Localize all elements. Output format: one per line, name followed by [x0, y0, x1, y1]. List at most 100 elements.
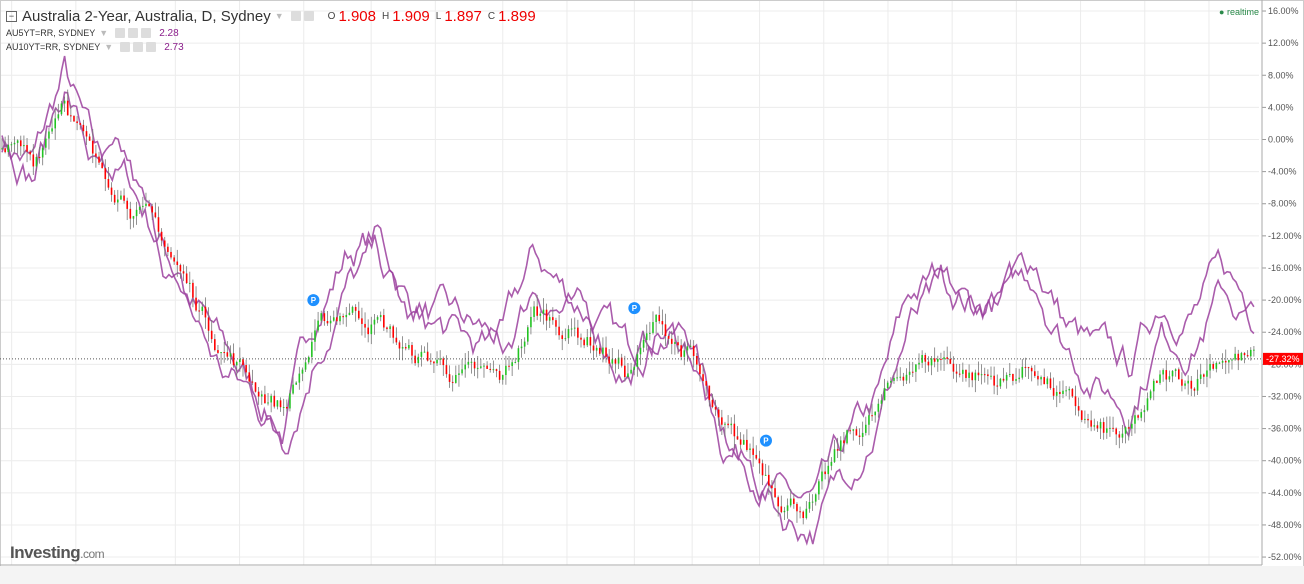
candle — [1218, 362, 1221, 364]
candle — [320, 313, 323, 321]
candle — [893, 377, 895, 381]
candle — [398, 342, 401, 349]
candle — [151, 206, 154, 213]
candle — [408, 345, 410, 349]
candle — [918, 362, 920, 365]
chevron-down-icon[interactable]: ▼ — [275, 11, 284, 21]
candle — [536, 306, 538, 316]
candle — [1134, 415, 1136, 424]
gear-icon[interactable] — [128, 28, 139, 38]
candle — [839, 440, 842, 451]
candle — [655, 314, 657, 323]
candle — [711, 399, 714, 407]
candle — [98, 156, 100, 163]
eye-icon[interactable] — [290, 11, 301, 21]
candle — [1034, 371, 1036, 376]
overlay-name[interactable]: AU10YT=RR, SYDNEY — [6, 42, 100, 52]
candle — [1156, 380, 1158, 383]
y-tick-label: -32.00% — [1268, 391, 1302, 401]
candle — [552, 317, 554, 321]
eye-icon[interactable] — [115, 28, 126, 38]
candle — [1237, 353, 1240, 361]
candle — [636, 354, 639, 367]
candle — [996, 385, 999, 387]
candle — [1055, 391, 1058, 396]
candle — [376, 317, 379, 320]
candle — [771, 485, 773, 489]
candle — [680, 345, 682, 357]
candle — [808, 502, 811, 509]
candle — [1206, 370, 1208, 377]
candle — [342, 316, 344, 318]
chevron-down-icon[interactable]: ▼ — [99, 28, 108, 38]
eye-icon[interactable] — [120, 42, 131, 52]
candle — [229, 353, 232, 357]
candle — [505, 365, 507, 376]
main-series-title[interactable]: Australia 2-Year, Australia, D, Sydney — [22, 8, 271, 25]
y-tick-label: -8.00% — [1268, 199, 1297, 209]
overlay-name[interactable]: AU5YT=RR, SYDNEY — [6, 28, 95, 38]
candle — [814, 494, 817, 502]
chevron-down-icon[interactable]: ▼ — [104, 42, 113, 52]
candle — [329, 320, 332, 324]
candle — [66, 100, 69, 116]
candle — [1118, 434, 1121, 438]
candle — [943, 357, 945, 360]
candle — [561, 335, 564, 339]
candle — [902, 376, 905, 381]
candle — [965, 369, 967, 378]
gear-icon[interactable] — [133, 42, 144, 52]
price-chart[interactable]: 16.00% 12.00% 8.00% 4.00% 0.00% -4.00% -8.00% -… — [0, 0, 1304, 584]
candle — [239, 359, 241, 363]
candle — [739, 439, 742, 445]
candle — [1, 148, 3, 150]
candle — [317, 320, 319, 331]
close-icon[interactable] — [146, 42, 157, 52]
candle — [16, 140, 19, 143]
candle — [1015, 379, 1017, 381]
candle — [292, 384, 294, 394]
candle — [63, 100, 66, 104]
candle — [235, 362, 238, 366]
candle — [877, 403, 880, 412]
y-tick-label: -40.00% — [1268, 456, 1302, 466]
candle — [282, 407, 285, 409]
candle — [824, 471, 826, 475]
candle — [1171, 370, 1174, 377]
candle — [4, 148, 6, 153]
candle — [1121, 433, 1124, 438]
candle — [286, 407, 288, 409]
candle — [135, 209, 138, 217]
candle — [523, 341, 526, 347]
overlay-legend-5y: AU5YT=RR, SYDNEY ▼ 2.28 — [6, 26, 542, 40]
collapse-icon[interactable]: − — [6, 10, 17, 22]
y-tick-label: -36.00% — [1268, 424, 1302, 434]
candle — [946, 357, 948, 359]
candle — [927, 361, 930, 366]
candle — [1109, 427, 1111, 429]
close-icon[interactable] — [141, 28, 152, 38]
candle — [627, 373, 629, 378]
candle — [483, 365, 485, 367]
candle — [818, 481, 820, 495]
candle — [1187, 380, 1189, 384]
candle — [470, 361, 473, 363]
candle — [417, 356, 420, 364]
candle — [1243, 353, 1246, 356]
y-tick-label: 12.00% — [1268, 38, 1299, 48]
candle — [1027, 367, 1030, 369]
candle — [799, 511, 801, 513]
gear-icon[interactable] — [303, 11, 314, 21]
candle — [411, 345, 413, 356]
candle — [464, 364, 467, 370]
candle — [461, 369, 463, 374]
candle — [567, 329, 570, 339]
candle — [558, 326, 560, 336]
candle — [589, 337, 592, 346]
candle — [949, 358, 952, 364]
candle — [60, 103, 63, 115]
candle — [777, 497, 779, 507]
candle — [301, 369, 304, 374]
candle — [357, 310, 360, 319]
candle — [336, 317, 338, 322]
